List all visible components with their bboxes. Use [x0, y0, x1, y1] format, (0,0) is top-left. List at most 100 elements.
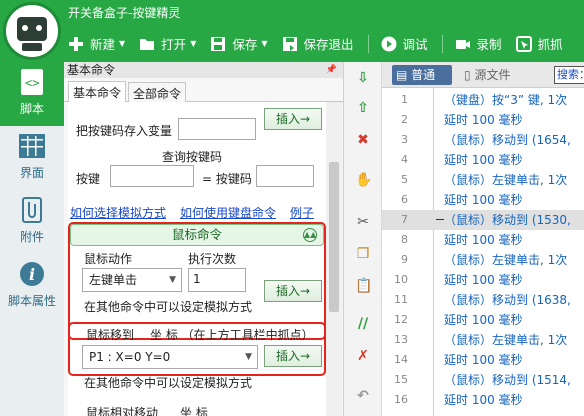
info-icon: i [17, 260, 47, 288]
copy-icon[interactable]: ❐ [355, 246, 371, 262]
keycode-input[interactable] [256, 165, 314, 187]
app-title: 开关备盒子-按键精灵 [68, 6, 181, 20]
editor-tabs: ▤ 普通 ▯ 源文件 搜索： [382, 62, 584, 88]
code-line[interactable]: 3 （鼠标）移动到 (1654, [382, 130, 584, 150]
tab-all-commands[interactable]: 全部命令 [128, 82, 187, 103]
grab-icon [515, 35, 532, 52]
new-button[interactable]: 新建 ▼ [68, 34, 125, 53]
panel-tabs: 基本命令 全部命令 [64, 78, 343, 103]
relative-move-label: 鼠标相对移动 [86, 406, 159, 416]
link-choose-simulation[interactable]: 如何选择模拟方式 [70, 204, 166, 221]
play-icon [381, 36, 397, 52]
record-button[interactable]: 录制 [455, 34, 502, 53]
paste-icon[interactable]: 📋 [355, 278, 372, 294]
insert-marker [436, 219, 444, 220]
nav-script-properties[interactable]: i 脚本属性 [0, 254, 64, 318]
code-line[interactable]: 2 延时 100 毫秒 [382, 110, 584, 130]
exec-count-input[interactable]: 1 [188, 268, 246, 292]
code-line[interactable]: 11 （鼠标）移动到 (1638, [382, 290, 584, 310]
nav-attachment[interactable]: 附件 [0, 190, 64, 254]
code-line[interactable]: 5 （鼠标）左键单击, 1次 [382, 170, 584, 190]
keycode-label: = 按键码 [202, 172, 252, 186]
mouse-action-select[interactable]: 左键单击 ▼ [82, 268, 182, 292]
search-input[interactable]: 搜索： [554, 66, 584, 84]
main-toolbar: 新建 ▼ 打开 ▼ 保存 ▼ 保存退出 调试 录制 抓抓 [68, 34, 577, 53]
move-to-label: 鼠标移到 [86, 328, 135, 342]
script-icon: <> [17, 68, 47, 96]
save-button[interactable]: 保存 ▼ [210, 34, 268, 53]
tab-normal[interactable]: ▤ 普通 [392, 65, 452, 85]
relative-coord-label: 坐 标 [180, 406, 208, 416]
delete-icon[interactable]: ✖ [355, 132, 371, 148]
move-up-icon[interactable]: ⇧ [355, 100, 371, 116]
code-line[interactable]: 9 （鼠标）左键单击, 1次 [382, 250, 584, 270]
undo-icon[interactable]: ↶ [355, 388, 371, 404]
plus-icon [68, 36, 84, 52]
insert-store-button[interactable]: 插入→ [264, 108, 322, 130]
command-content: 插入→ 把按键码存入变量 查询按键码 按键 = 按键码 如何选择模拟方式 如何使… [68, 102, 326, 416]
command-panel: 基本命令 📌 基本命令 全部命令 插入→ 把按键码存入变量 查询按键码 按键 =… [64, 62, 344, 416]
uncomment-icon[interactable]: ✗ [355, 348, 371, 364]
panel-title: 基本命令 📌 [64, 62, 343, 78]
toolbar-divider [367, 34, 369, 53]
save-exit-button[interactable]: 保存退出 [282, 34, 354, 53]
code-line[interactable]: 16 延时 100 毫秒 [382, 390, 584, 410]
source-file-icon: ▯ [464, 68, 471, 82]
grab-button[interactable]: 抓抓 [515, 34, 563, 53]
code-line[interactable]: 15 （鼠标）移动到 (1514, [382, 370, 584, 390]
debug-button[interactable]: 调试 [381, 34, 428, 53]
panel-scrollbar[interactable] [326, 102, 342, 416]
store-variable-input[interactable] [178, 118, 256, 140]
pin-icon[interactable]: 📌 [326, 62, 337, 78]
grid-icon [17, 132, 47, 160]
save-exit-icon [282, 36, 298, 52]
key-label: 按键 [76, 172, 101, 186]
nav-script[interactable]: <> 脚本 [0, 62, 64, 126]
tab-basic-commands[interactable]: 基本命令 [68, 81, 127, 103]
left-navigation: <> 脚本 界面 附件 i 脚本属性 [0, 62, 64, 416]
code-line[interactable]: 10 延时 100 毫秒 [382, 270, 584, 290]
scrollbar-thumb[interactable] [329, 162, 339, 312]
coord-label: 坐 标 （在上方工具栏中抓点） [150, 328, 314, 342]
link-keyboard-commands[interactable]: 如何使用键盘命令 [180, 204, 276, 221]
simulation-note: 在其他命令中可以设定模拟方式 [84, 300, 253, 314]
insert-mouse-move-button[interactable]: 插入→ [264, 345, 322, 367]
code-line[interactable]: 4 延时 100 毫秒 [382, 150, 584, 170]
simulation-note-2: 在其他命令中可以设定模拟方式 [84, 376, 253, 390]
save-icon [210, 36, 226, 52]
code-line[interactable]: 13 （鼠标）左键单击, 1次 [382, 330, 584, 350]
svg-text:i: i [29, 265, 35, 284]
hand-icon[interactable]: ✋ [355, 172, 372, 188]
tab-source[interactable]: ▯ 源文件 [460, 65, 530, 85]
mouse-action-label: 鼠标动作 [84, 252, 133, 266]
nav-ui[interactable]: 界面 [0, 126, 64, 190]
move-down-icon[interactable]: ⇩ [355, 70, 371, 86]
code-line[interactable]: 12 延时 100 毫秒 [382, 310, 584, 330]
link-example[interactable]: 例子 [290, 204, 314, 221]
coord-select[interactable]: P1 : X=0 Y=0 ▼ [82, 345, 258, 369]
edit-icon-strip: ⇩ ⇧ ✖ ✋ ✂ ❐ 📋 // ✗ ↶ [344, 62, 382, 416]
code-line[interactable]: 8 延时 100 毫秒 [382, 230, 584, 250]
normal-view-icon: ▤ [396, 68, 408, 82]
chevron-down-icon: ▼ [119, 39, 126, 48]
chevron-down-icon: ▼ [190, 39, 197, 48]
open-button[interactable]: 打开 ▼ [139, 34, 196, 53]
insert-mouse-action-button[interactable]: 插入→ [264, 280, 322, 302]
chevron-down-icon: ▼ [169, 275, 176, 285]
key-input[interactable] [110, 165, 194, 187]
comment-icon[interactable]: // [355, 316, 371, 332]
cut-icon[interactable]: ✂ [355, 214, 371, 230]
camera-icon [455, 36, 471, 52]
code-line[interactable]: 1 （键盘）按“3” 键, 1次 [382, 90, 584, 110]
app-logo [3, 2, 61, 60]
code-line[interactable]: 6 延时 100 毫秒 [382, 190, 584, 210]
attachment-icon [17, 196, 47, 224]
svg-text:<>: <> [25, 76, 39, 90]
code-editor: ▤ 普通 ▯ 源文件 搜索： 1（键盘）按“3” 键, 1次 2延时 100 毫… [382, 62, 584, 416]
title-toolbar: 开关备盒子-按键精灵 新建 ▼ 打开 ▼ 保存 ▼ 保存退出 调试 录制 抓抓 [0, 0, 584, 62]
query-keycode-title: 查询按键码 [162, 150, 223, 164]
code-lines: 1 （键盘）按“3” 键, 1次 2 延时 100 毫秒 3 （鼠标）移动到 (165… [382, 90, 584, 410]
code-line[interactable]: 14 延时 100 毫秒 [382, 350, 584, 370]
code-line-selected[interactable]: 7 （鼠标）移动到 (1530, [382, 210, 584, 230]
toolbar-divider [441, 34, 443, 53]
